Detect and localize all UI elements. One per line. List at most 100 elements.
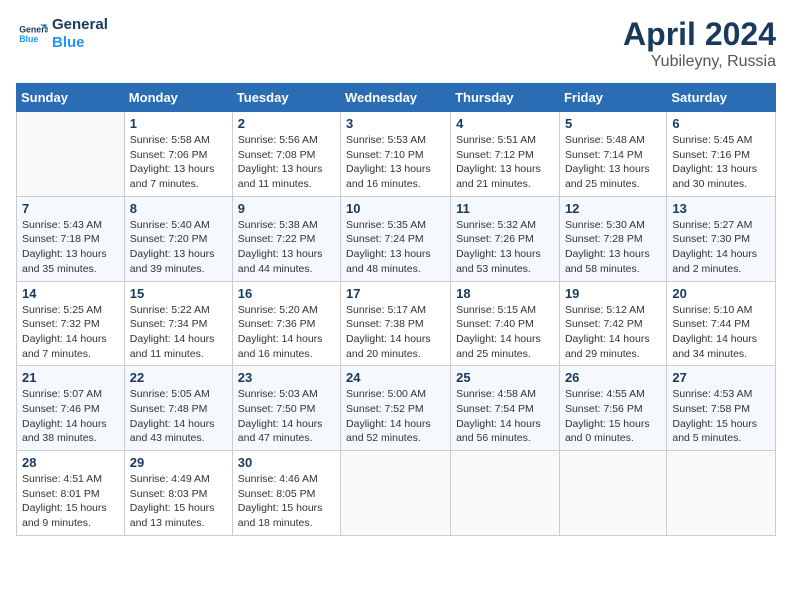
logo-text-general: General	[52, 16, 108, 34]
header: General Blue General Blue April 2024 Yub…	[16, 16, 776, 71]
calendar-cell: 3 Sunrise: 5:53 AM Sunset: 7:10 PM Daylig…	[341, 112, 451, 197]
day-info: Sunrise: 5:58 AM Sunset: 7:06 PM Dayligh…	[130, 133, 227, 192]
day-info: Sunrise: 5:35 AM Sunset: 7:24 PM Dayligh…	[346, 218, 445, 277]
day-info: Sunrise: 5:17 AM Sunset: 7:38 PM Dayligh…	[346, 303, 445, 362]
day-info: Sunrise: 5:05 AM Sunset: 7:48 PM Dayligh…	[130, 387, 227, 446]
day-number: 14	[22, 286, 119, 301]
day-number: 26	[565, 370, 661, 385]
calendar-cell: 14 Sunrise: 5:25 AM Sunset: 7:32 PM Dayli…	[17, 281, 125, 366]
calendar-cell: 13 Sunrise: 5:27 AM Sunset: 7:30 PM Dayli…	[667, 196, 776, 281]
calendar-cell: 9 Sunrise: 5:38 AM Sunset: 7:22 PM Daylig…	[232, 196, 340, 281]
day-info: Sunrise: 5:00 AM Sunset: 7:52 PM Dayligh…	[346, 387, 445, 446]
day-info: Sunrise: 5:15 AM Sunset: 7:40 PM Dayligh…	[456, 303, 554, 362]
day-header-friday: Friday	[559, 84, 666, 112]
location: Yubileyny, Russia	[623, 53, 776, 71]
calendar-cell: 1Sunrise: 5:58 AM Sunset: 7:06 PM Daylig…	[124, 112, 232, 197]
calendar-cell: 25 Sunrise: 4:58 AM Sunset: 7:54 PM Dayli…	[451, 366, 560, 451]
day-number: 12	[565, 201, 661, 216]
calendar-cell: 17 Sunrise: 5:17 AM Sunset: 7:38 PM Dayli…	[341, 281, 451, 366]
day-info: Sunrise: 4:55 AM Sunset: 7:56 PM Dayligh…	[565, 387, 661, 446]
day-header-tuesday: Tuesday	[232, 84, 340, 112]
day-number: 18	[456, 286, 554, 301]
day-header-wednesday: Wednesday	[341, 84, 451, 112]
day-info: Sunrise: 5:40 AM Sunset: 7:20 PM Dayligh…	[130, 218, 227, 277]
title-block: April 2024 Yubileyny, Russia	[623, 16, 776, 71]
calendar-cell: 11 Sunrise: 5:32 AM Sunset: 7:26 PM Dayli…	[451, 196, 560, 281]
day-number: 25	[456, 370, 554, 385]
day-info: Sunrise: 5:30 AM Sunset: 7:28 PM Dayligh…	[565, 218, 661, 277]
day-number: 3	[346, 116, 445, 131]
day-number: 8	[130, 201, 227, 216]
calendar-cell: 26 Sunrise: 4:55 AM Sunset: 7:56 PM Dayli…	[559, 366, 666, 451]
day-number: 13	[672, 201, 770, 216]
calendar-cell: 30 Sunrise: 4:46 AM Sunset: 8:05 PM Dayli…	[232, 451, 340, 536]
day-info: Sunrise: 5:25 AM Sunset: 7:32 PM Dayligh…	[22, 303, 119, 362]
logo-icon: General Blue	[16, 18, 48, 50]
calendar-cell: 2 Sunrise: 5:56 AM Sunset: 7:08 PM Daylig…	[232, 112, 340, 197]
week-row-5: 28 Sunrise: 4:51 AM Sunset: 8:01 PM Dayli…	[17, 451, 776, 536]
day-number: 6	[672, 116, 770, 131]
day-number: 28	[22, 455, 119, 470]
day-info: Sunrise: 5:51 AM Sunset: 7:12 PM Dayligh…	[456, 133, 554, 192]
week-row-3: 14 Sunrise: 5:25 AM Sunset: 7:32 PM Dayli…	[17, 281, 776, 366]
week-row-2: 7 Sunrise: 5:43 AM Sunset: 7:18 PM Daylig…	[17, 196, 776, 281]
calendar-cell	[667, 451, 776, 536]
calendar-cell: 23 Sunrise: 5:03 AM Sunset: 7:50 PM Dayli…	[232, 366, 340, 451]
calendar-cell: 19Sunrise: 5:12 AM Sunset: 7:42 PM Dayli…	[559, 281, 666, 366]
day-info: Sunrise: 5:10 AM Sunset: 7:44 PM Dayligh…	[672, 303, 770, 362]
day-info: Sunrise: 5:45 AM Sunset: 7:16 PM Dayligh…	[672, 133, 770, 192]
day-info: Sunrise: 5:48 AM Sunset: 7:14 PM Dayligh…	[565, 133, 661, 192]
day-info: Sunrise: 4:53 AM Sunset: 7:58 PM Dayligh…	[672, 387, 770, 446]
day-info: Sunrise: 4:51 AM Sunset: 8:01 PM Dayligh…	[22, 472, 119, 531]
calendar-cell: 24Sunrise: 5:00 AM Sunset: 7:52 PM Dayli…	[341, 366, 451, 451]
day-number: 17	[346, 286, 445, 301]
day-info: Sunrise: 5:03 AM Sunset: 7:50 PM Dayligh…	[238, 387, 335, 446]
day-number: 4	[456, 116, 554, 131]
day-info: Sunrise: 5:56 AM Sunset: 7:08 PM Dayligh…	[238, 133, 335, 192]
day-number: 27	[672, 370, 770, 385]
calendar-cell	[559, 451, 666, 536]
calendar-cell: 22 Sunrise: 5:05 AM Sunset: 7:48 PM Dayli…	[124, 366, 232, 451]
day-info: Sunrise: 5:22 AM Sunset: 7:34 PM Dayligh…	[130, 303, 227, 362]
day-info: Sunrise: 5:32 AM Sunset: 7:26 PM Dayligh…	[456, 218, 554, 277]
day-info: Sunrise: 5:43 AM Sunset: 7:18 PM Dayligh…	[22, 218, 119, 277]
calendar-cell	[451, 451, 560, 536]
day-info: Sunrise: 4:58 AM Sunset: 7:54 PM Dayligh…	[456, 387, 554, 446]
calendar-header: SundayMondayTuesdayWednesdayThursdayFrid…	[17, 84, 776, 112]
calendar-cell: 6 Sunrise: 5:45 AM Sunset: 7:16 PM Daylig…	[667, 112, 776, 197]
week-row-1: 1Sunrise: 5:58 AM Sunset: 7:06 PM Daylig…	[17, 112, 776, 197]
day-header-sunday: Sunday	[17, 84, 125, 112]
day-number: 16	[238, 286, 335, 301]
day-info: Sunrise: 4:49 AM Sunset: 8:03 PM Dayligh…	[130, 472, 227, 531]
day-number: 9	[238, 201, 335, 216]
calendar-cell	[341, 451, 451, 536]
day-info: Sunrise: 4:46 AM Sunset: 8:05 PM Dayligh…	[238, 472, 335, 531]
calendar-cell: 12 Sunrise: 5:30 AM Sunset: 7:28 PM Dayli…	[559, 196, 666, 281]
day-number: 11	[456, 201, 554, 216]
day-header-monday: Monday	[124, 84, 232, 112]
calendar-cell: 16Sunrise: 5:20 AM Sunset: 7:36 PM Dayli…	[232, 281, 340, 366]
day-number: 23	[238, 370, 335, 385]
logo-text-blue: Blue	[52, 34, 108, 52]
calendar-cell: 5 Sunrise: 5:48 AM Sunset: 7:14 PM Daylig…	[559, 112, 666, 197]
day-number: 5	[565, 116, 661, 131]
calendar-cell: 15 Sunrise: 5:22 AM Sunset: 7:34 PM Dayli…	[124, 281, 232, 366]
day-info: Sunrise: 5:27 AM Sunset: 7:30 PM Dayligh…	[672, 218, 770, 277]
day-number: 29	[130, 455, 227, 470]
day-number: 22	[130, 370, 227, 385]
day-info: Sunrise: 5:38 AM Sunset: 7:22 PM Dayligh…	[238, 218, 335, 277]
calendar-cell: 10Sunrise: 5:35 AM Sunset: 7:24 PM Dayli…	[341, 196, 451, 281]
day-number: 30	[238, 455, 335, 470]
day-number: 15	[130, 286, 227, 301]
calendar-cell: 8 Sunrise: 5:40 AM Sunset: 7:20 PM Daylig…	[124, 196, 232, 281]
calendar-cell: 29 Sunrise: 4:49 AM Sunset: 8:03 PM Dayli…	[124, 451, 232, 536]
week-row-4: 21Sunrise: 5:07 AM Sunset: 7:46 PM Dayli…	[17, 366, 776, 451]
calendar-cell: 27 Sunrise: 4:53 AM Sunset: 7:58 PM Dayli…	[667, 366, 776, 451]
calendar-cell	[17, 112, 125, 197]
day-info: Sunrise: 5:53 AM Sunset: 7:10 PM Dayligh…	[346, 133, 445, 192]
day-header-thursday: Thursday	[451, 84, 560, 112]
day-number: 7	[22, 201, 119, 216]
calendar-table: SundayMondayTuesdayWednesdayThursdayFrid…	[16, 83, 776, 536]
calendar-cell: 21Sunrise: 5:07 AM Sunset: 7:46 PM Dayli…	[17, 366, 125, 451]
day-number: 2	[238, 116, 335, 131]
